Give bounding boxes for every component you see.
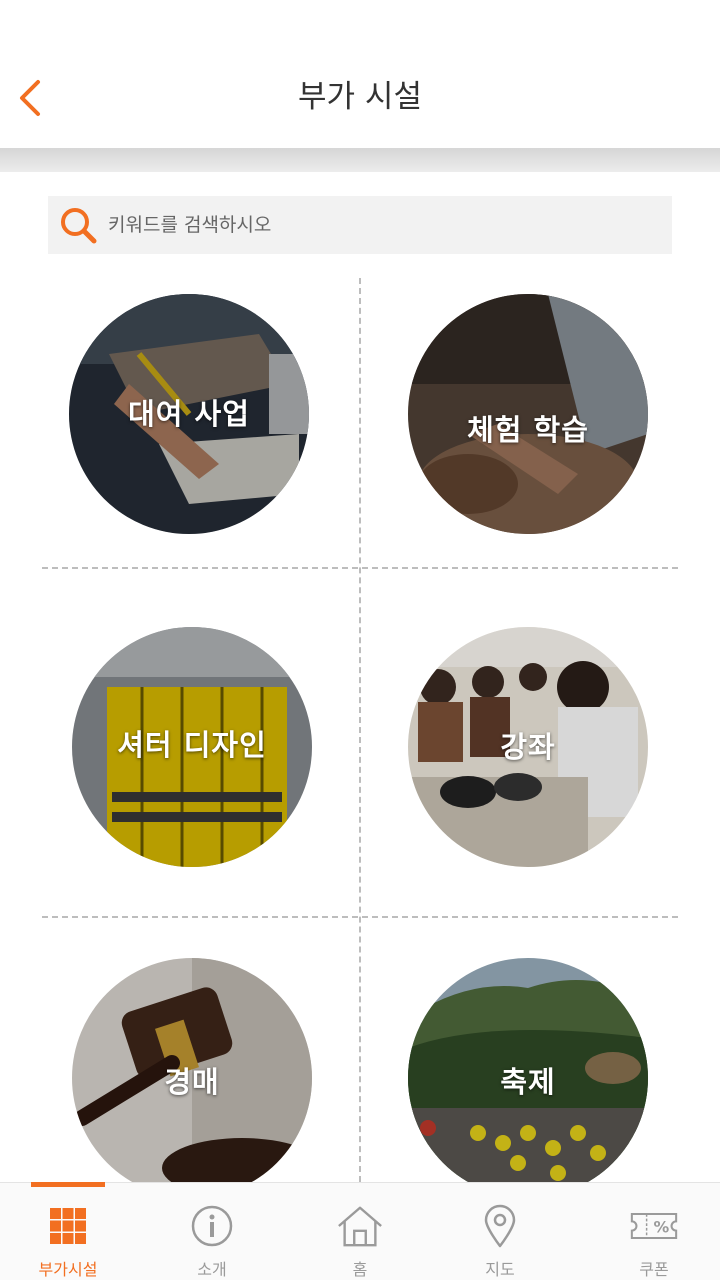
category-festival[interactable]: 축제 xyxy=(408,958,648,1198)
home-icon xyxy=(336,1202,384,1250)
info-icon xyxy=(188,1202,236,1250)
search-icon[interactable] xyxy=(50,196,106,254)
active-tab-indicator xyxy=(31,1182,105,1187)
back-button[interactable] xyxy=(10,74,50,122)
nav-label: 홈 xyxy=(352,1260,368,1279)
category-label: 경매 xyxy=(164,1065,220,1099)
category-experience[interactable]: 체험 학습 xyxy=(408,294,648,534)
nav-label: 지도 xyxy=(485,1260,515,1279)
svg-text:%: % xyxy=(654,1217,670,1236)
grid-divider-horizontal xyxy=(42,567,678,569)
category-label: 체험 학습 xyxy=(467,413,589,447)
category-auction[interactable]: 경매 xyxy=(72,958,312,1198)
grid-divider-vertical xyxy=(359,278,361,1182)
nav-item-map[interactable]: 지도 xyxy=(445,1190,555,1280)
grid-divider-horizontal xyxy=(42,916,678,918)
nav-item-home[interactable]: 홈 xyxy=(305,1190,415,1280)
nav-label: 소개 xyxy=(197,1260,227,1279)
category-label: 축제 xyxy=(500,1065,556,1099)
header-divider xyxy=(0,148,720,172)
search-bar[interactable] xyxy=(48,196,672,254)
nav-item-intro[interactable]: 소개 xyxy=(157,1190,267,1280)
grid-icon xyxy=(44,1202,92,1250)
chevron-left-icon xyxy=(20,80,40,116)
nav-label: 부가시설 xyxy=(38,1260,98,1279)
category-shutter-design[interactable]: 셔터 디자인 xyxy=(72,627,312,867)
search-input[interactable] xyxy=(106,196,646,254)
category-label: 대여 사업 xyxy=(128,397,250,431)
nav-item-facilities[interactable]: 부가시설 xyxy=(13,1190,123,1280)
category-label: 셔터 디자인 xyxy=(117,728,267,762)
category-label: 강좌 xyxy=(500,730,556,764)
page-title: 부가 시설 xyxy=(298,79,422,115)
map-pin-icon xyxy=(476,1202,524,1250)
app-header: 부가 시설 xyxy=(0,0,720,148)
coupon-icon: % xyxy=(630,1202,678,1250)
nav-label: 쿠폰 xyxy=(639,1260,669,1279)
category-rental[interactable]: 대여 사업 xyxy=(69,294,309,534)
nav-item-coupon[interactable]: % 쿠폰 xyxy=(599,1190,709,1280)
category-lecture[interactable]: 강좌 xyxy=(408,627,648,867)
